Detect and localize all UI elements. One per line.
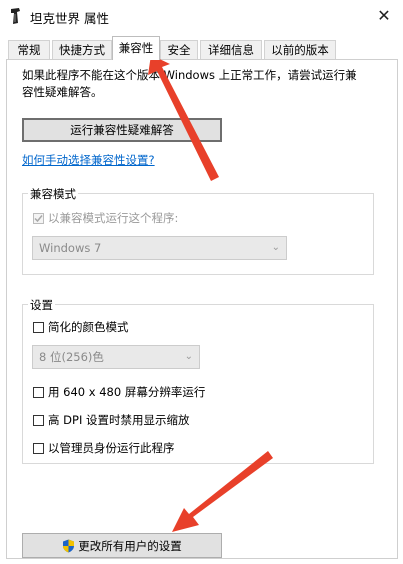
high-dpi-label: 高 DPI 设置时禁用显示缩放	[48, 413, 190, 427]
checkmark-icon	[34, 215, 43, 223]
resolution-640-checkbox[interactable]	[33, 387, 44, 398]
compat-mode-checkbox-label: 以兼容模式运行这个程序:	[48, 211, 179, 225]
intro-line-1: 如果此程序不能在这个版本 Windows 上正常工作，请尝试运行兼	[22, 68, 357, 82]
resolution-640-label: 用 640 x 480 屏幕分辨率运行	[48, 385, 206, 399]
reduced-color-label: 简化的颜色模式	[48, 320, 129, 334]
reduced-color-checkbox[interactable]	[33, 322, 44, 333]
intro-line-2: 容性疑难解答。	[22, 85, 103, 99]
change-all-users-label: 更改所有用户的设置	[78, 538, 182, 553]
os-version-value: Windows 7	[39, 241, 102, 255]
chevron-down-icon: ⌄	[184, 351, 193, 362]
color-depth-select[interactable]: 8 位(256)色 ⌄	[32, 345, 200, 369]
tab-shortcut[interactable]: 快捷方式	[52, 40, 112, 59]
tab-strip: 常规 快捷方式 兼容性 安全 详细信息 以前的版本	[0, 36, 403, 60]
title-bar: 坦克世界 属性 ✕	[0, 0, 403, 32]
close-icon: ✕	[377, 5, 391, 25]
tank-app-icon	[11, 8, 20, 24]
tab-compatibility[interactable]: 兼容性	[112, 36, 160, 60]
compat-mode-group-label: 兼容模式	[28, 186, 78, 202]
high-dpi-checkbox[interactable]	[33, 415, 44, 426]
run-as-admin-label: 以管理员身份运行此程序	[48, 441, 175, 455]
tab-general[interactable]: 常规	[8, 40, 50, 59]
tab-security[interactable]: 安全	[160, 40, 198, 59]
chevron-down-icon: ⌄	[271, 242, 280, 253]
settings-group-label: 设置	[28, 297, 55, 313]
close-button[interactable]: ✕	[365, 0, 403, 30]
color-depth-value: 8 位(256)色	[39, 350, 104, 364]
tab-previous-versions[interactable]: 以前的版本	[264, 40, 336, 59]
intro-text: 如果此程序不能在这个版本 Windows 上正常工作，请尝试运行兼 容性疑难解答…	[22, 67, 372, 101]
change-all-users-button[interactable]: 更改所有用户的设置	[22, 533, 222, 558]
tab-details[interactable]: 详细信息	[200, 40, 262, 59]
manual-settings-link[interactable]: 如何手动选择兼容性设置?	[22, 152, 155, 168]
troubleshoot-button[interactable]: 运行兼容性疑难解答	[22, 118, 222, 142]
compat-mode-group	[22, 193, 374, 275]
compat-mode-checkbox[interactable]	[33, 213, 44, 224]
uac-shield-icon	[63, 539, 75, 552]
window-title: 坦克世界 属性	[30, 11, 109, 26]
os-version-select[interactable]: Windows 7 ⌄	[32, 236, 287, 260]
run-as-admin-checkbox[interactable]	[33, 443, 44, 454]
troubleshoot-button-label: 运行兼容性疑难解答	[70, 123, 174, 137]
